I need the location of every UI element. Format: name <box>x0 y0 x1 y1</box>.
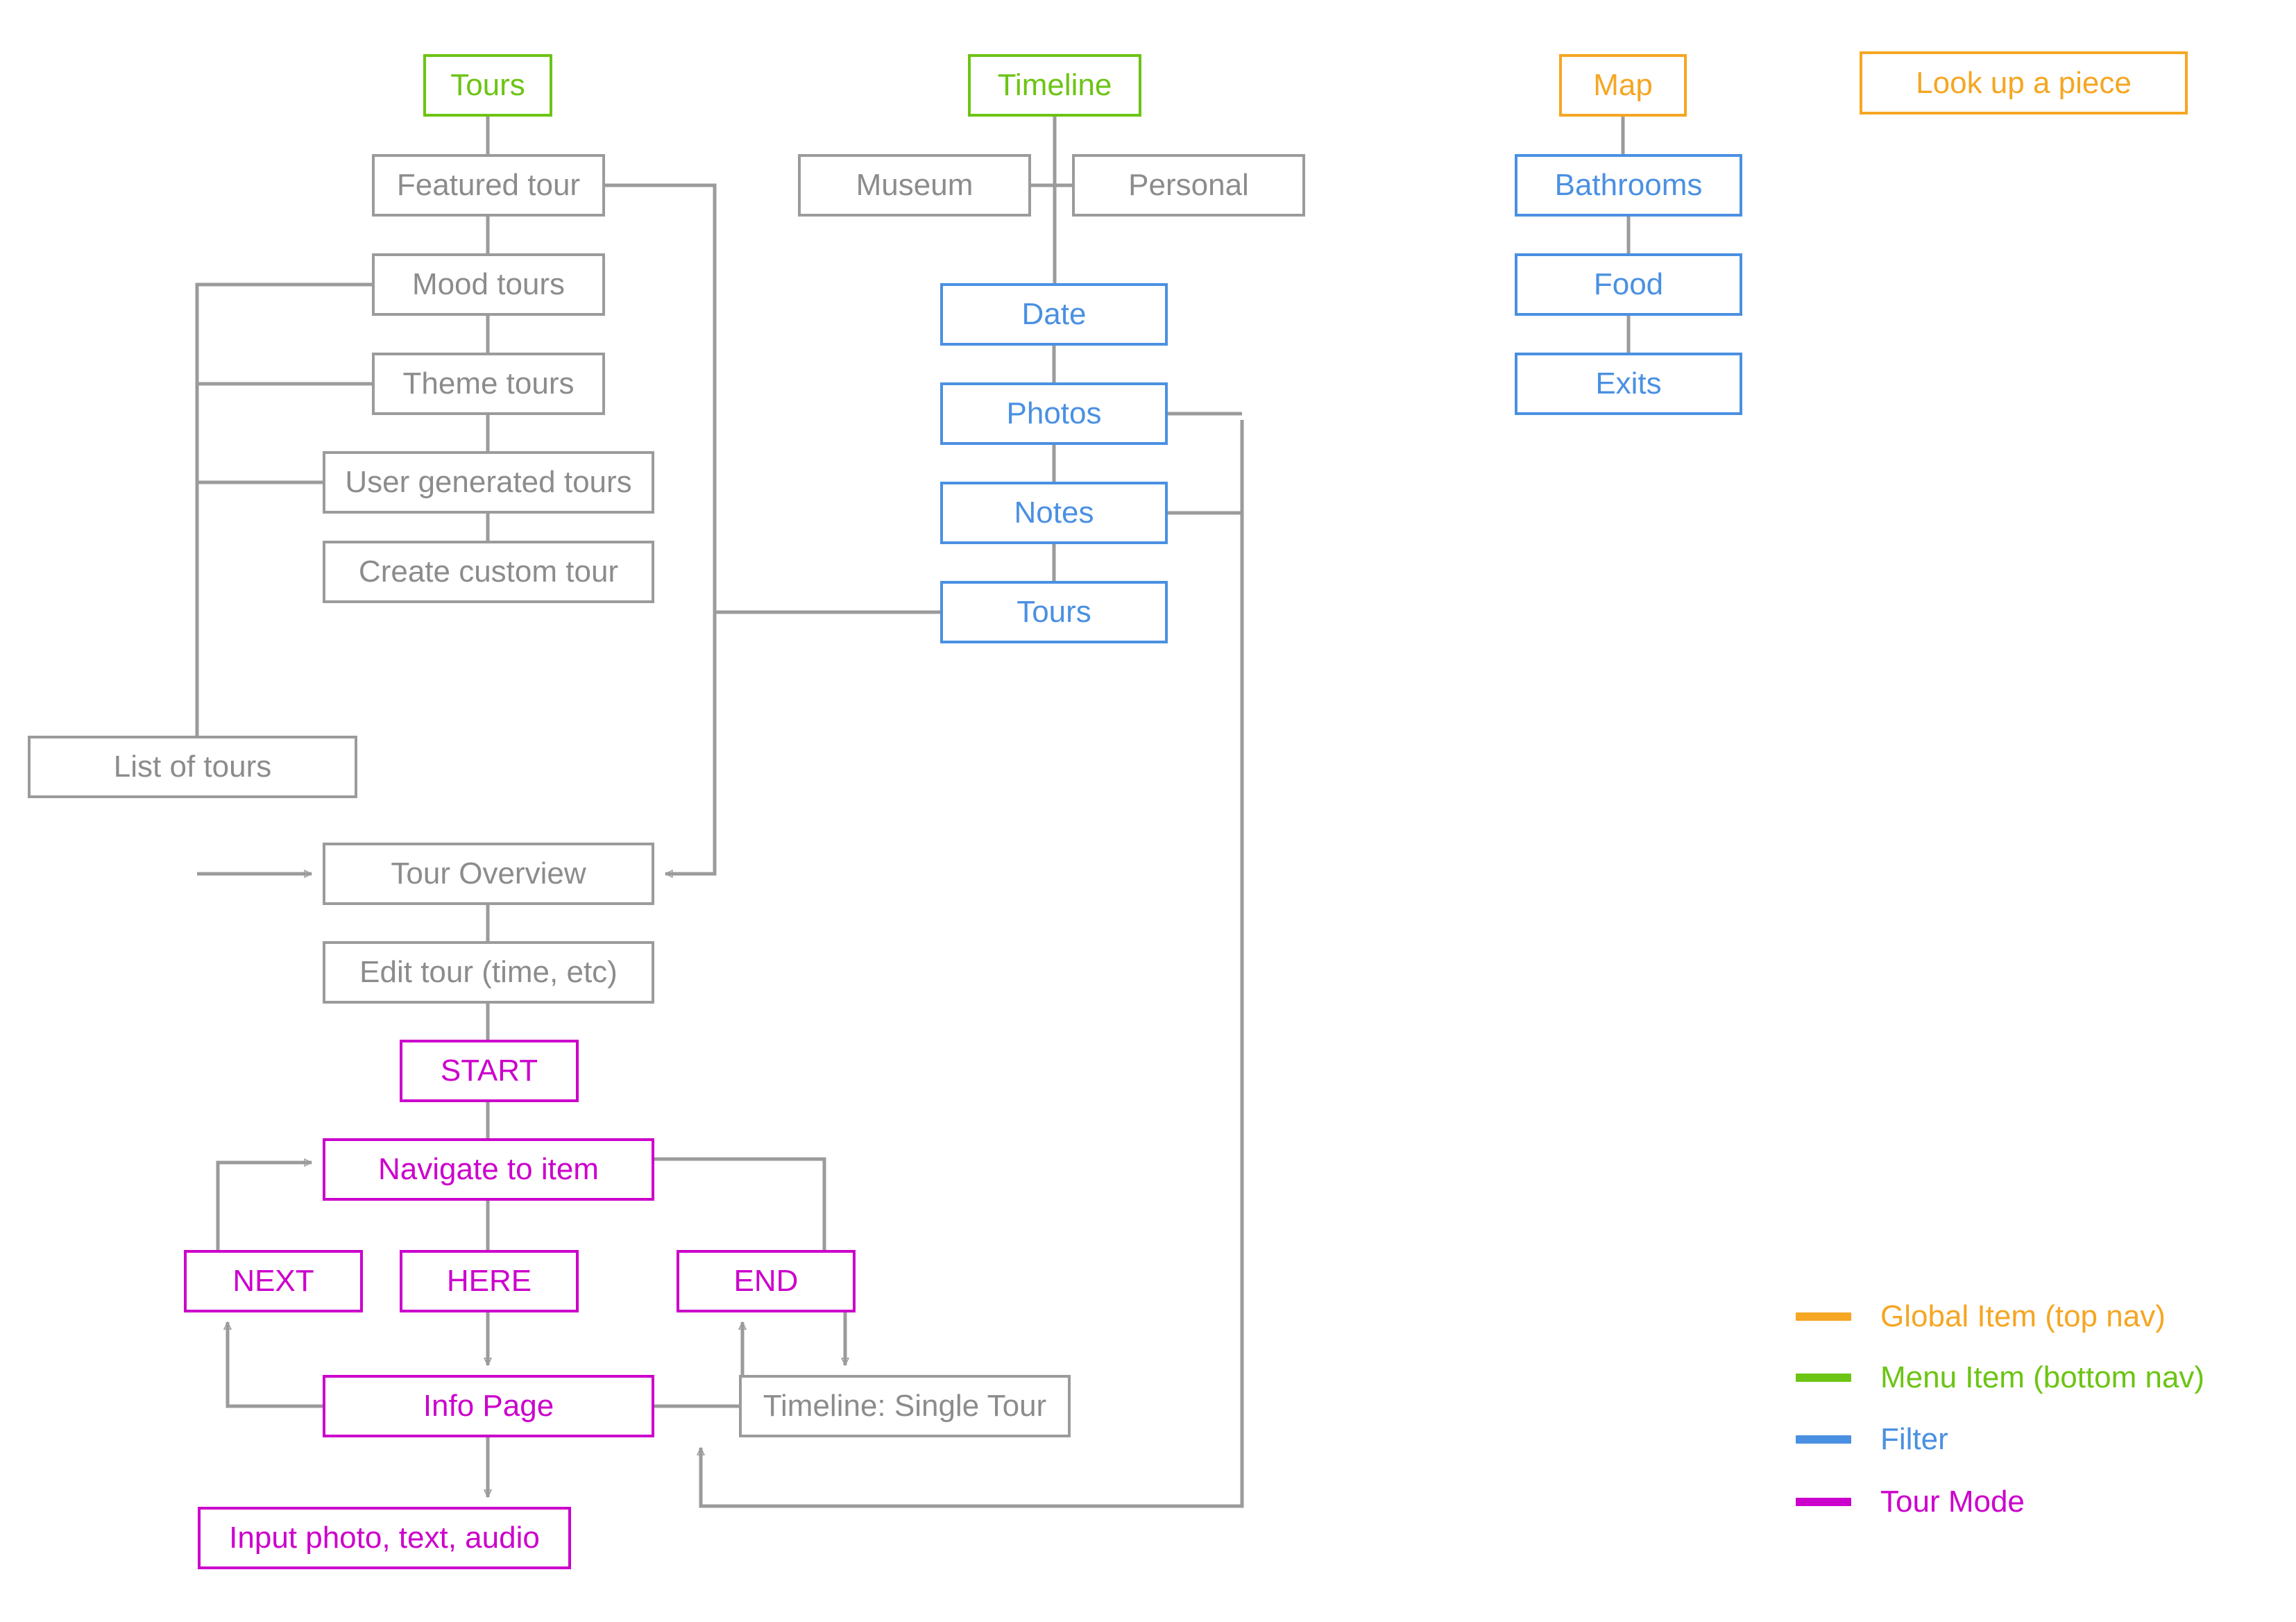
legend-label-tour-mode: Tour Mode <box>1880 1485 2025 1519</box>
legend: Global Item (top nav) Menu Item (bottom … <box>0 0 2296 1622</box>
legend-label-filter: Filter <box>1880 1422 1948 1456</box>
legend-item-global-item: Global Item (top nav) <box>1796 1301 2166 1332</box>
legend-label-global-item: Global Item (top nav) <box>1880 1299 2166 1333</box>
legend-label-menu-item: Menu Item (bottom nav) <box>1880 1360 2205 1394</box>
legend-swatch-filter <box>1796 1435 1851 1444</box>
legend-swatch-global-item <box>1796 1312 1851 1321</box>
flowchart-canvas: Tours Featured tour Mood tours Theme tou… <box>0 0 2296 1622</box>
legend-item-filter: Filter <box>1796 1424 1948 1455</box>
legend-item-menu-item: Menu Item (bottom nav) <box>1796 1362 2204 1393</box>
legend-swatch-menu-item <box>1796 1374 1851 1382</box>
legend-item-tour-mode: Tour Mode <box>1796 1487 2025 1517</box>
legend-swatch-tour-mode <box>1796 1498 1851 1506</box>
